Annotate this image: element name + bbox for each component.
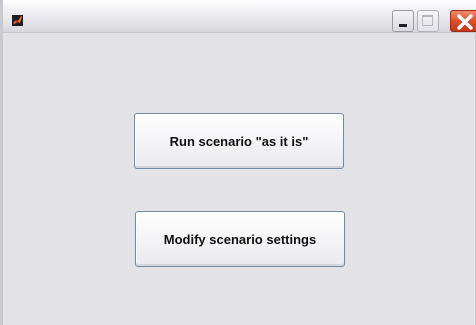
maximize-icon <box>422 15 433 26</box>
app-window: Run scenario "as it is" Modify scenario … <box>0 0 476 325</box>
modify-scenario-settings-button[interactable]: Modify scenario settings <box>135 211 345 267</box>
close-icon <box>457 14 473 30</box>
minimize-button[interactable] <box>392 10 414 32</box>
close-button[interactable] <box>450 10 476 32</box>
maximize-button[interactable] <box>417 10 439 32</box>
title-bar[interactable] <box>3 0 476 33</box>
matlab-logo-icon[interactable] <box>12 13 23 26</box>
run-scenario-button[interactable]: Run scenario "as it is" <box>134 113 344 169</box>
minimize-icon <box>399 24 407 27</box>
